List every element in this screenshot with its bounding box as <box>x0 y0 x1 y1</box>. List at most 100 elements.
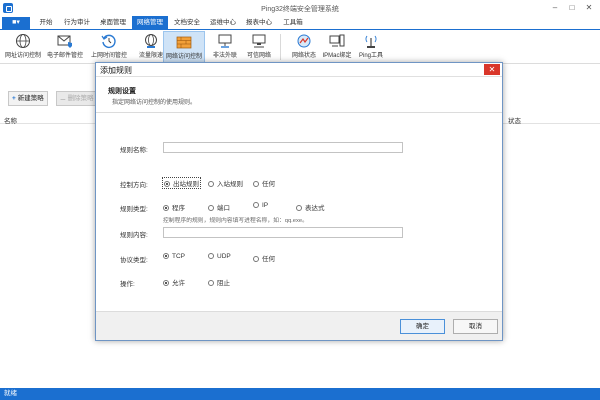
radio-protocol-any-label: 任何 <box>262 256 275 263</box>
radio-dot <box>164 181 170 187</box>
radio-inbound[interactable]: 入站规则 <box>208 178 243 188</box>
radio-program[interactable]: 程序 <box>163 202 185 212</box>
radio-program-label: 程序 <box>172 205 185 212</box>
maximize-icon[interactable]: □ <box>565 2 579 14</box>
radio-dot <box>163 280 169 286</box>
firewall-icon <box>176 36 192 49</box>
mail-shield-icon <box>57 35 72 48</box>
radio-ip[interactable]: IP <box>253 202 268 209</box>
delete-icon: ⚊ <box>60 95 68 102</box>
ribbon-label: 电子邮件管控 <box>46 53 83 59</box>
tab-toolbox[interactable]: 工具箱 <box>278 16 308 29</box>
main-menu-button[interactable]: ■▾ <box>2 17 30 29</box>
radio-direction-any[interactable]: 任何 <box>253 178 275 188</box>
dialog-footer: 确定 取消 <box>96 311 502 340</box>
direction-label: 控制方向: <box>120 182 148 189</box>
dialog-header: 规则设置 指定网络访问控制的使用规则。 <box>96 78 502 113</box>
tab-desktop-management[interactable]: 桌面管理 <box>96 16 130 29</box>
delete-policy-label: 删除策略 <box>67 95 94 102</box>
radio-dot <box>208 253 214 259</box>
cancel-button[interactable]: 取消 <box>453 319 498 334</box>
radio-protocol-any[interactable]: 任何 <box>253 253 275 263</box>
monitor-link-icon <box>218 34 232 48</box>
dialog-header-description: 指定网络访问控制的使用规则。 <box>112 100 197 106</box>
radio-udp[interactable]: UDP <box>208 253 231 260</box>
status-bar: 就绪 <box>0 388 600 400</box>
ribbon-label: 可信网络 <box>246 53 271 59</box>
radio-inbound-label: 入站规则 <box>217 181 243 188</box>
computer-bind-icon <box>329 34 345 47</box>
close-icon[interactable]: ✕ <box>582 2 596 14</box>
dialog-title-bar: 添加规则 ✕ <box>96 63 502 77</box>
column-name[interactable]: 名称 <box>4 115 17 125</box>
rule-content-input[interactable] <box>163 227 403 238</box>
radio-outbound-label: 出站规则 <box>173 181 199 188</box>
radio-tcp[interactable]: TCP <box>163 253 185 260</box>
radio-port-label: 端口 <box>217 205 230 212</box>
ribbon-trusted-network[interactable]: 可信网络 <box>238 31 280 63</box>
ribbon-ping-tool[interactable]: Ping工具 <box>350 31 392 63</box>
radio-block[interactable]: 阻止 <box>208 277 230 287</box>
radio-expression[interactable]: 表达式 <box>296 202 325 212</box>
rule-name-input[interactable] <box>163 142 403 153</box>
ribbon-network-access-control[interactable]: 网络访问控制 <box>163 31 205 63</box>
rule-content-label: 规则内容: <box>120 232 148 239</box>
radio-port[interactable]: 端口 <box>208 202 230 212</box>
ribbon-toolbar: 网址访问控制 电子邮件管控 上网时间管控 流量限速 网络访问控制 非法外联 可信… <box>0 30 600 64</box>
tab-start[interactable]: 开始 <box>34 16 58 29</box>
radio-dot <box>208 181 214 187</box>
tab-document-security[interactable]: 文档安全 <box>170 16 204 29</box>
ribbon-email-control[interactable]: 电子邮件管控 <box>44 31 86 63</box>
add-rule-dialog: 添加规则 ✕ 规则设置 指定网络访问控制的使用规则。 规则名称: 控制方向: 出… <box>95 62 503 341</box>
dialog-close-icon[interactable]: ✕ <box>484 64 500 75</box>
rule-name-label: 规则名称: <box>120 147 148 154</box>
tab-ops-center[interactable]: 运维中心 <box>206 16 240 29</box>
plus-icon: + <box>12 95 16 102</box>
clock-refresh-icon <box>101 34 116 48</box>
minimize-icon[interactable]: – <box>548 2 562 14</box>
ribbon-label: Ping工具 <box>358 53 383 59</box>
radio-block-label: 阻止 <box>217 280 230 287</box>
radio-dot <box>253 202 259 208</box>
radio-direction-any-label: 任何 <box>262 181 275 188</box>
radio-outbound[interactable]: 出站规则 <box>162 177 201 189</box>
network-status-icon <box>297 34 311 48</box>
tab-behavior-audit[interactable]: 行为审计 <box>60 16 94 29</box>
radio-dot <box>163 253 169 259</box>
ribbon-label: 上网时间管控 <box>90 53 127 59</box>
ribbon-separator <box>280 34 281 60</box>
ok-button[interactable]: 确定 <box>400 319 445 334</box>
radio-ip-label: IP <box>262 202 269 209</box>
dialog-body: 规则名称: 控制方向: 出站规则 入站规则 任何 规则类型: 程序 端口 IP … <box>96 114 502 311</box>
radio-expression-label: 表达式 <box>305 205 325 212</box>
monitor-trusted-icon <box>252 34 266 48</box>
column-status[interactable]: 状态 <box>508 115 521 125</box>
window-title: Ping32终端安全管理系统 <box>261 6 339 13</box>
rule-type-hint: 控制程序的规则，规则内容填写进程名称，如：qq.exe。 <box>163 218 308 224</box>
antenna-icon <box>365 35 377 48</box>
radio-allow[interactable]: 允许 <box>163 277 185 287</box>
ribbon-label: 网址访问控制 <box>4 53 41 59</box>
radio-dot <box>208 280 214 286</box>
radio-dot <box>253 181 259 187</box>
radio-dot <box>253 256 259 262</box>
tab-network-management[interactable]: 网络管理 <box>132 16 168 29</box>
globe-speed-icon <box>145 34 157 48</box>
rule-type-label: 规则类型: <box>120 206 148 213</box>
ribbon-label: 网络访问控制 <box>165 54 202 60</box>
radio-dot <box>163 205 169 211</box>
menu-bar: ■▾ 开始 行为审计 桌面管理 网络管理 文档安全 运维中心 报表中心 工具箱 <box>0 16 600 30</box>
dialog-title: 添加规则 <box>100 66 132 75</box>
delete-policy-button[interactable]: ⚊ 删除策略 <box>56 91 98 106</box>
new-policy-button[interactable]: + 新建策略 <box>8 91 48 106</box>
title-bar: Ping32终端安全管理系统 – □ ✕ <box>0 0 600 16</box>
tab-report-center[interactable]: 报表中心 <box>242 16 276 29</box>
dialog-header-title: 规则设置 <box>108 88 136 95</box>
radio-allow-label: 允许 <box>172 280 185 287</box>
radio-dot <box>208 205 214 211</box>
new-policy-label: 新建策略 <box>17 95 44 102</box>
ribbon-online-time-control[interactable]: 上网时间管控 <box>88 31 130 63</box>
protocol-label: 协议类型: <box>120 257 148 264</box>
action-label: 操作: <box>120 281 135 288</box>
ribbon-url-access-control[interactable]: 网址访问控制 <box>2 31 44 63</box>
